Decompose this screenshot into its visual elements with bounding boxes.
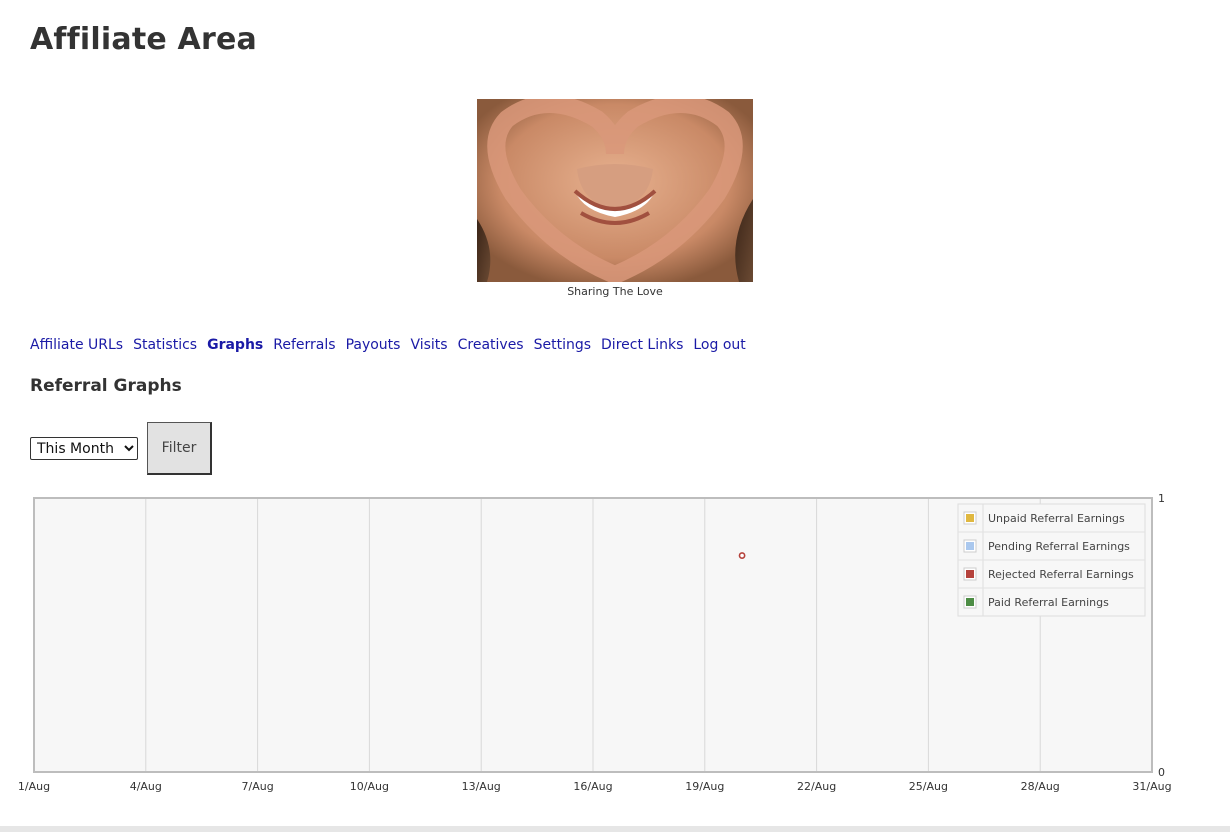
section-title: Referral Graphs [30, 376, 182, 396]
x-tick-label: 22/Aug [797, 780, 836, 793]
date-range-select[interactable]: This Month [30, 437, 138, 460]
referral-graph: 1/Aug 4/Aug 7/Aug 10/Aug 13/Aug 16/Aug 19/Aug 2… [0, 490, 1230, 800]
legend-swatch [966, 598, 974, 606]
legend-label: Paid Referral Earnings [988, 596, 1109, 609]
tab-payouts[interactable]: Payouts [346, 337, 401, 353]
x-tick-label: 25/Aug [909, 780, 948, 793]
legend-label: Rejected Referral Earnings [988, 568, 1134, 581]
tab-log-out[interactable]: Log out [693, 337, 745, 353]
x-tick-label: 31/Aug [1132, 780, 1171, 793]
tab-affiliate-urls[interactable]: Affiliate URLs [30, 337, 123, 353]
x-tick-label: 10/Aug [350, 780, 389, 793]
legend-swatch [966, 570, 974, 578]
tab-graphs[interactable]: Graphs [207, 337, 263, 353]
x-tick-label: 19/Aug [685, 780, 724, 793]
referral-graph-svg: 1/Aug 4/Aug 7/Aug 10/Aug 13/Aug 16/Aug 19/Aug 2… [18, 492, 1172, 793]
x-tick-label: 1/Aug [18, 780, 50, 793]
tab-referrals[interactable]: Referrals [273, 337, 335, 353]
hero-image [477, 99, 753, 282]
y-tick-label: 1 [1158, 492, 1165, 505]
data-point[interactable] [738, 552, 746, 559]
tab-direct-links[interactable]: Direct Links [601, 337, 683, 353]
tab-visits[interactable]: Visits [410, 337, 447, 353]
legend-swatch [966, 514, 974, 522]
affiliate-tabs: Affiliate URLs Statistics Graphs Referra… [30, 337, 746, 353]
x-tick-label: 16/Aug [573, 780, 612, 793]
heart-hands-photo [477, 99, 753, 282]
x-tick-label: 7/Aug [242, 780, 274, 793]
tab-creatives[interactable]: Creatives [458, 337, 524, 353]
hero-caption: Sharing The Love [567, 285, 663, 298]
legend-label: Unpaid Referral Earnings [988, 512, 1125, 525]
bottom-bar [0, 826, 1230, 832]
filter-button[interactable]: Filter [147, 422, 212, 475]
legend-label: Pending Referral Earnings [988, 540, 1130, 553]
legend-swatch [966, 542, 974, 550]
tab-statistics[interactable]: Statistics [133, 337, 197, 353]
tab-settings[interactable]: Settings [534, 337, 591, 353]
x-tick-label: 13/Aug [462, 780, 501, 793]
x-tick-label: 28/Aug [1021, 780, 1060, 793]
page-title: Affiliate Area [30, 22, 257, 57]
y-tick-label: 0 [1158, 766, 1165, 779]
x-tick-label: 4/Aug [130, 780, 162, 793]
